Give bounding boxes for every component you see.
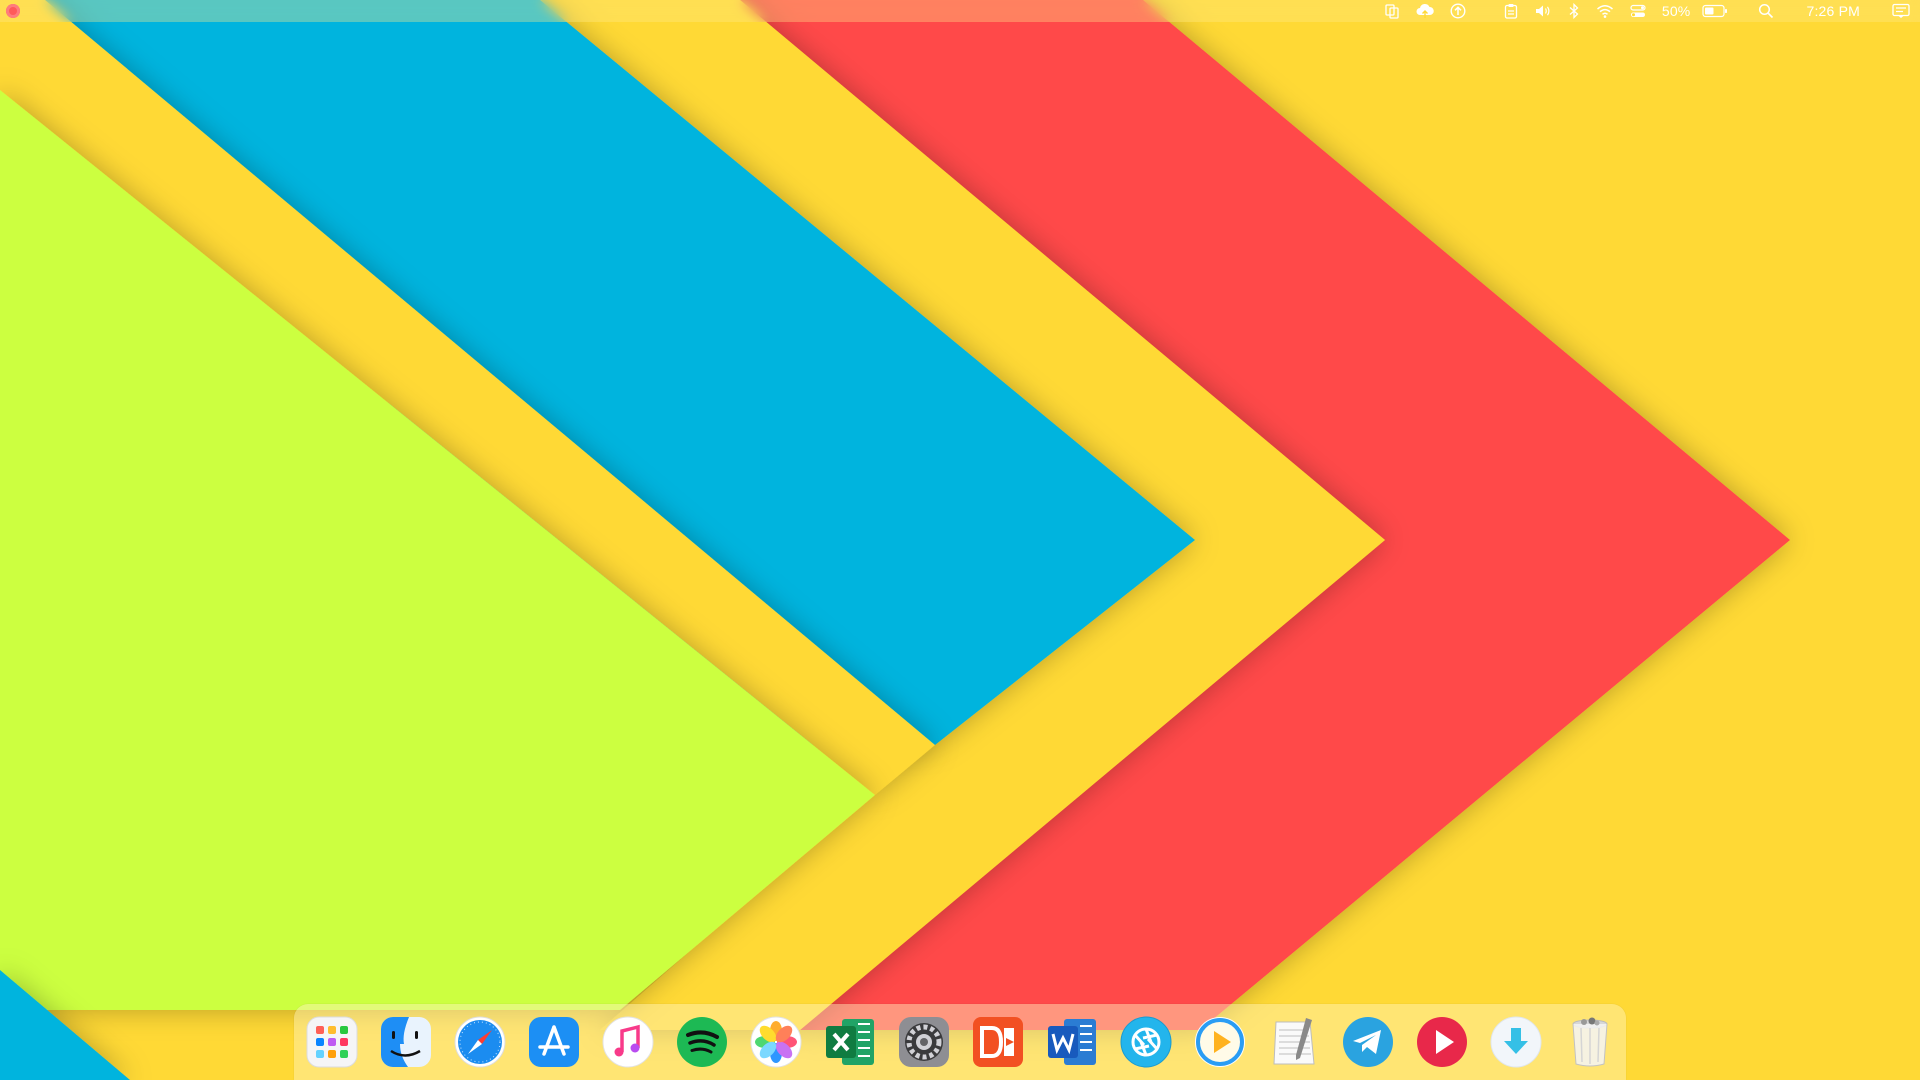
clock[interactable]: 7:26 PM <box>1806 3 1860 19</box>
word-icon[interactable] <box>1044 1014 1100 1070</box>
status-area: 50% 7:26 PM <box>1376 0 1920 22</box>
infuse-icon[interactable] <box>1192 1014 1248 1070</box>
apple-menu-icon[interactable] <box>6 4 20 18</box>
arrow-up-circle-icon[interactable] <box>1450 0 1466 22</box>
wifi-icon[interactable] <box>1596 0 1614 22</box>
control-center-icon[interactable] <box>1630 0 1646 22</box>
volume-icon[interactable] <box>1534 0 1552 22</box>
music-icon[interactable] <box>600 1014 656 1070</box>
safari-icon[interactable] <box>452 1014 508 1070</box>
system-preferences-icon[interactable] <box>896 1014 952 1070</box>
office-icon[interactable] <box>970 1014 1026 1070</box>
text-edit-icon[interactable] <box>1266 1014 1322 1070</box>
finder-icon[interactable] <box>378 1014 434 1070</box>
excel-icon[interactable] <box>822 1014 878 1070</box>
app-store-icon[interactable] <box>526 1014 582 1070</box>
spotify-icon[interactable] <box>674 1014 730 1070</box>
shutter-icon[interactable] <box>1118 1014 1174 1070</box>
desktop: 50% 7:26 PM <box>0 0 1920 1080</box>
cloud-upload-icon[interactable] <box>1416 0 1434 22</box>
search-icon[interactable] <box>1758 0 1774 22</box>
battery-percent[interactable]: 50% <box>1662 3 1691 19</box>
copy-icon[interactable] <box>1384 0 1400 22</box>
telegram-icon[interactable] <box>1340 1014 1396 1070</box>
clipboard-icon[interactable] <box>1504 0 1518 22</box>
wallpaper <box>0 0 1920 1080</box>
launchpad-icon[interactable] <box>304 1014 360 1070</box>
downloader-icon[interactable] <box>1488 1014 1544 1070</box>
photos-icon[interactable] <box>748 1014 804 1070</box>
menu-bar: 50% 7:26 PM <box>0 0 1920 22</box>
dock <box>294 1004 1626 1080</box>
media-player-icon[interactable] <box>1414 1014 1470 1070</box>
trash-icon[interactable] <box>1562 1014 1618 1070</box>
battery-icon[interactable] <box>1702 0 1728 22</box>
notification-center-icon[interactable] <box>1892 0 1910 22</box>
bluetooth-icon[interactable] <box>1568 0 1580 22</box>
